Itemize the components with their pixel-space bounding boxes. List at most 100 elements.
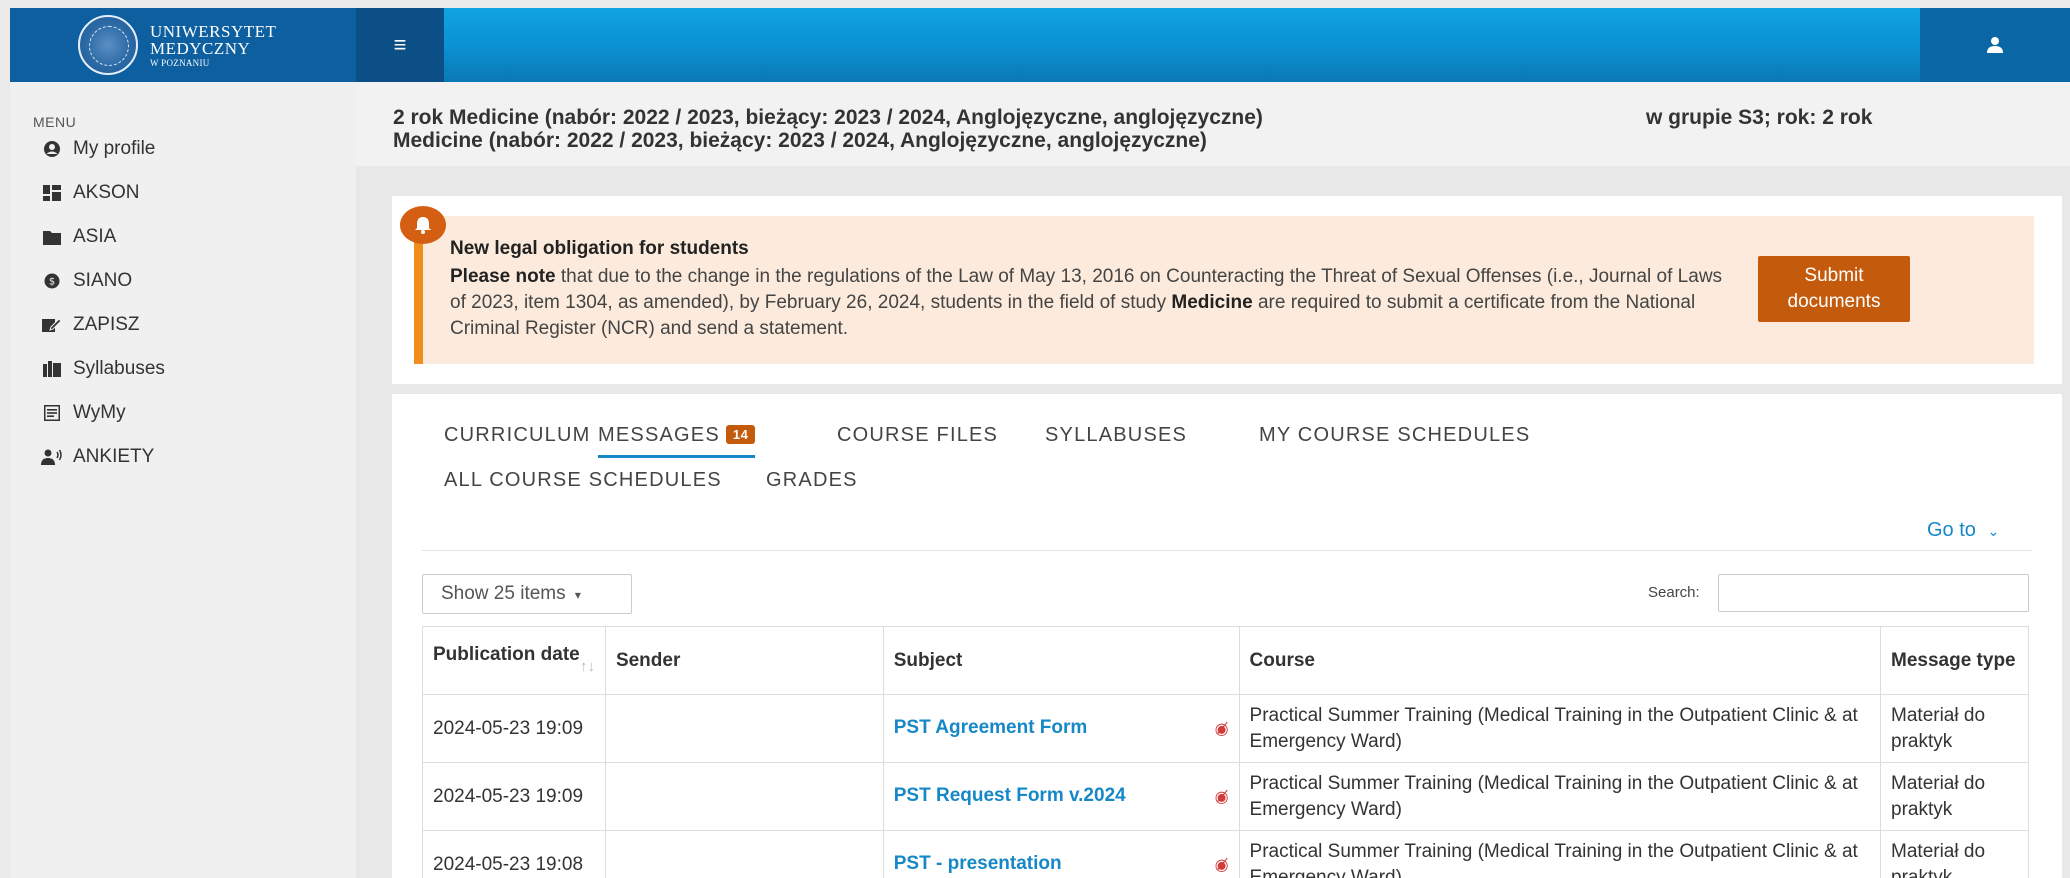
sidebar-item-label: WyMy <box>73 402 126 423</box>
cell-date: 2024-05-23 19:09 <box>422 694 606 763</box>
hamburger-icon: ≡ <box>393 32 407 57</box>
cell-sender <box>604 830 884 878</box>
col-sender[interactable]: Sender <box>604 626 884 695</box>
cell-message-type: Materiał do praktyk <box>1880 694 2029 763</box>
brand-line-1: UNIWERSYTET <box>150 21 277 41</box>
sidebar-item-label: SIANO <box>73 270 133 291</box>
cell-subject: ◉̸ PST Request Form v.2024 <box>882 762 1240 831</box>
col-date-label: Publication date <box>433 643 580 665</box>
sidebar-item-label: Syllabuses <box>73 358 165 379</box>
cell-subject: ◉̸ PST - presentation <box>882 830 1240 878</box>
main-content: 2 rok Medicine (nabór: 2022 / 2023, bież… <box>356 82 2070 878</box>
sidebar-item-asia[interactable]: ASIA <box>41 222 116 252</box>
cell-message-type: Materiał do praktyk <box>1880 762 2029 831</box>
user-icon <box>1987 37 2003 53</box>
page-size-label: Show 25 items <box>441 583 566 604</box>
alert-bold-field: Medicine <box>1171 292 1253 313</box>
messages-count-badge: 14 <box>725 425 756 444</box>
goto-dropdown[interactable]: Go to ⌄ <box>1927 519 1999 542</box>
survey-icon <box>41 446 63 468</box>
message-subject-link[interactable]: PST Request Form v.2024 <box>894 785 1126 806</box>
search-input[interactable] <box>1718 574 2029 612</box>
table-row[interactable]: 2024-05-23 19:08 ◉̸ PST - presentation P… <box>422 830 2029 878</box>
tabs-panel: CURRICULUM MESSAGES 14 COURSE FILES SYLLA… <box>392 394 2062 878</box>
cell-sender <box>604 694 884 763</box>
cell-course: Practical Summer Training (Medical Train… <box>1238 830 1882 878</box>
top-bar-spacer <box>444 8 1920 82</box>
sidebar-item-my-profile[interactable]: My profile <box>41 134 155 164</box>
col-publication-date[interactable]: ↑↓ Publication date <box>422 626 606 695</box>
caret-down-icon: ▾ <box>574 588 581 602</box>
svg-text:$: $ <box>49 277 55 288</box>
cell-course: Practical Summer Training (Medical Train… <box>1238 762 1882 831</box>
bell-icon <box>400 206 446 244</box>
user-menu-button[interactable] <box>1920 8 2070 82</box>
cell-sender <box>604 762 884 831</box>
chevron-down-icon: ⌄ <box>1987 523 2000 539</box>
table-header-row: ↑↓ Publication date Sender Subject Cours… <box>422 626 2029 695</box>
tab-course-files[interactable]: COURSE FILES <box>837 424 998 447</box>
books-icon <box>41 358 63 380</box>
tab-my-course-schedules[interactable]: MY COURSE SCHEDULES <box>1259 424 1530 447</box>
divider <box>422 550 2032 551</box>
eye-slash-icon[interactable]: ◉̸ <box>1215 785 1229 811</box>
eye-slash-icon[interactable]: ◉̸ <box>1215 717 1229 743</box>
sidebar-item-label: ASIA <box>73 226 117 247</box>
list-icon <box>41 402 63 424</box>
alert-panel: New legal obligation for students Please… <box>392 196 2062 384</box>
sidebar: MENU My profile AKSON ASIA $ SIANO ZAPIS… <box>10 82 356 878</box>
group-info: w grupie S3; rok: 2 rok <box>1646 106 1873 129</box>
university-seal-icon <box>78 15 138 75</box>
cell-date: 2024-05-23 19:09 <box>422 762 606 831</box>
tab-messages-label: MESSAGES <box>598 424 720 446</box>
program-title: 2 rok Medicine (nabór: 2022 / 2023, bież… <box>393 106 1263 129</box>
university-logo[interactable]: UNIWERSYTET MEDYCZNY W POZNANIU <box>10 8 356 82</box>
alert-title: New legal obligation for students <box>450 238 749 259</box>
eye-slash-icon[interactable]: ◉̸ <box>1215 853 1229 878</box>
tab-curriculum[interactable]: CURRICULUM <box>444 424 590 447</box>
tab-grades[interactable]: GRADES <box>766 469 858 492</box>
sidebar-item-label: ANKIETY <box>73 446 155 467</box>
edit-icon <box>41 314 63 336</box>
dashboard-icon <box>41 182 63 204</box>
alert-bold-note: Please note <box>450 266 556 287</box>
brand-line-3: W POZNANIU <box>150 57 210 68</box>
table-row[interactable]: 2024-05-23 19:09 ◉̸ PST Request Form v.2… <box>422 762 2029 831</box>
program-header: 2 rok Medicine (nabór: 2022 / 2023, bież… <box>356 82 2070 166</box>
sidebar-item-akson[interactable]: AKSON <box>41 178 140 208</box>
submit-documents-button[interactable]: Submit documents <box>1758 256 1910 322</box>
cell-message-type: Materiał do praktyk <box>1880 830 2029 878</box>
coin-icon: $ <box>41 270 63 292</box>
sidebar-item-ankiety[interactable]: ANKIETY <box>41 442 154 472</box>
sidebar-item-wymy[interactable]: WyMy <box>41 398 126 428</box>
cell-course: Practical Summer Training (Medical Train… <box>1238 694 1882 763</box>
table-row[interactable]: 2024-05-23 19:09 ◉̸ PST Agreement Form P… <box>422 694 2029 763</box>
folder-icon <box>41 226 63 248</box>
brand-line-2: MEDYCZNY <box>150 38 251 58</box>
menu-toggle-button[interactable]: ≡ <box>356 8 444 82</box>
col-course[interactable]: Course <box>1238 626 1882 695</box>
program-subtitle: Medicine (nabór: 2022 / 2023, bieżący: 2… <box>393 129 1207 152</box>
col-message-type[interactable]: Message type <box>1880 626 2029 695</box>
sidebar-item-label: My profile <box>73 138 156 159</box>
sort-icon: ↑↓ <box>579 657 595 675</box>
legal-obligation-alert: New legal obligation for students Please… <box>414 216 2034 364</box>
sidebar-item-syllabuses[interactable]: Syllabuses <box>41 354 165 384</box>
sidebar-item-label: ZAPISZ <box>73 314 140 335</box>
message-subject-link[interactable]: PST Agreement Form <box>894 717 1088 738</box>
tab-messages[interactable]: MESSAGES 14 <box>598 424 756 458</box>
goto-label: Go to <box>1927 519 1976 541</box>
tab-syllabuses[interactable]: SYLLABUSES <box>1045 424 1187 447</box>
alert-message: Please note that due to the change in th… <box>450 264 1740 342</box>
search-label: Search: <box>1648 584 1700 601</box>
sidebar-title: MENU <box>33 114 77 130</box>
message-subject-link[interactable]: PST - presentation <box>894 853 1062 874</box>
cell-date: 2024-05-23 19:08 <box>422 830 606 878</box>
col-subject[interactable]: Subject <box>882 626 1240 695</box>
app-frame: UNIWERSYTET MEDYCZNY W POZNANIU ≡ MENU M… <box>10 8 2070 878</box>
messages-table: ↑↓ Publication date Sender Subject Cours… <box>422 626 2029 878</box>
tab-all-course-schedules[interactable]: ALL COURSE SCHEDULES <box>444 469 722 492</box>
sidebar-item-siano[interactable]: $ SIANO <box>41 266 132 296</box>
page-size-select[interactable]: Show 25 items ▾ <box>422 574 632 614</box>
sidebar-item-zapisz[interactable]: ZAPISZ <box>41 310 140 340</box>
